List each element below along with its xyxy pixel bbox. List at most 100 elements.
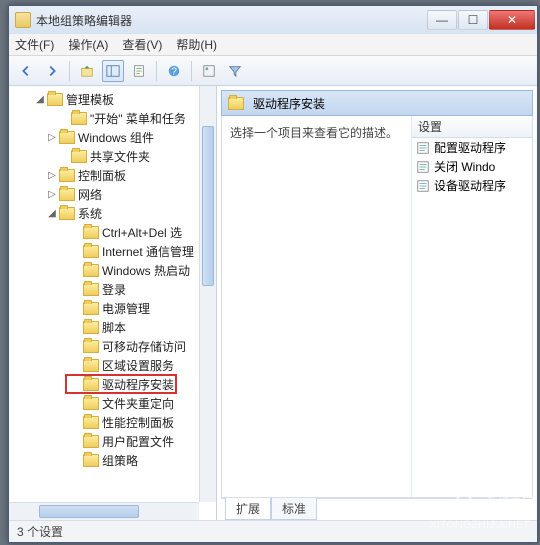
toolbar-separator	[156, 61, 157, 81]
window-title: 本地组策略编辑器	[36, 12, 427, 29]
setting-icon	[416, 141, 430, 155]
setting-icon	[416, 160, 430, 174]
tree-item[interactable]: 组策略	[9, 451, 216, 470]
folder-icon	[83, 245, 99, 258]
expand-icon[interactable]: ▷	[45, 189, 59, 200]
tab-extended[interactable]: 扩展	[225, 498, 271, 520]
setting-item[interactable]: 关闭 Windo	[412, 157, 532, 176]
setting-item[interactable]: 配置驱动程序	[412, 138, 532, 157]
tree-item[interactable]: 用户配置文件	[9, 432, 216, 451]
tree-item[interactable]: ▷ 网络	[9, 185, 216, 204]
tree-item-label: Ctrl+Alt+Del 选	[102, 224, 182, 241]
folder-icon	[83, 283, 99, 296]
tree-item-label: 驱动程序安装	[102, 376, 174, 393]
tree-item[interactable]: Windows 热启动	[9, 261, 216, 280]
tree-vscrollbar[interactable]	[199, 86, 216, 502]
detail-title: 驱动程序安装	[253, 95, 325, 112]
status-text: 3 个设置	[17, 523, 63, 540]
tree-item[interactable]: 登录	[9, 280, 216, 299]
folder-icon	[71, 112, 87, 125]
maximize-button[interactable]: ☐	[458, 10, 488, 30]
folder-icon	[228, 97, 244, 110]
tree-item[interactable]: 文件夹重定向	[9, 394, 216, 413]
tree-item[interactable]: 性能控制面板	[9, 413, 216, 432]
collapse-icon[interactable]: ◢	[33, 94, 47, 105]
help-button[interactable]: ?	[163, 60, 185, 82]
folder-icon	[83, 435, 99, 448]
filter-button[interactable]	[224, 60, 246, 82]
window-frame: 本地组策略编辑器 — ☐ ✕ 文件(F) 操作(A) 查看(V) 帮助(H) ?…	[8, 5, 538, 543]
tree-item[interactable]: "开始" 菜单和任务	[9, 109, 216, 128]
toolbar-separator	[69, 61, 70, 81]
tree-hscrollbar[interactable]	[9, 502, 199, 520]
titlebar[interactable]: 本地组策略编辑器 — ☐ ✕	[9, 6, 537, 34]
export-button[interactable]	[128, 60, 150, 82]
collapse-icon[interactable]: ◢	[45, 208, 59, 219]
tab-standard[interactable]: 标准	[271, 498, 317, 520]
tree-item[interactable]: 共享文件夹	[9, 147, 216, 166]
scrollbar-thumb[interactable]	[39, 505, 139, 518]
column-header-setting[interactable]: 设置	[412, 116, 532, 138]
tree-item[interactable]: 电源管理	[9, 299, 216, 318]
tree-pane: ◢管理模板"开始" 菜单和任务▷Windows 组件共享文件夹▷控制面板▷网络◢…	[9, 86, 217, 520]
tree-item-label: Windows 组件	[78, 129, 154, 146]
scrollbar-thumb[interactable]	[202, 126, 214, 286]
content-area: ◢管理模板"开始" 菜单和任务▷Windows 组件共享文件夹▷控制面板▷网络◢…	[9, 86, 537, 520]
close-button[interactable]: ✕	[489, 10, 535, 30]
tree-item-label: 组策略	[102, 452, 138, 469]
setting-label: 设备驱动程序	[434, 177, 506, 194]
toolbar-separator	[191, 61, 192, 81]
tree-item-label: 管理模板	[66, 91, 114, 108]
tree-item-label: 区域设置服务	[102, 357, 174, 374]
folder-icon	[83, 416, 99, 429]
tree-item-label: 共享文件夹	[90, 148, 150, 165]
statusbar: 3 个设置	[9, 520, 537, 542]
detail-header: 驱动程序安装	[221, 90, 533, 116]
up-button[interactable]	[76, 60, 98, 82]
properties-button[interactable]	[198, 60, 220, 82]
tree-item-label: Internet 通信管理	[102, 243, 194, 260]
app-icon	[15, 12, 31, 28]
tree-item-label: 登录	[102, 281, 126, 298]
detail-body: 选择一个项目来查看它的描述。 设置 配置驱动程序关闭 Windo设备驱动程序	[221, 116, 533, 498]
tree-item-label: 性能控制面板	[102, 414, 174, 431]
folder-icon	[83, 397, 99, 410]
tree-item[interactable]: ◢ 系统	[9, 204, 216, 223]
tree-item[interactable]: ▷控制面板	[9, 166, 216, 185]
forward-button[interactable]	[41, 60, 63, 82]
back-button[interactable]	[15, 60, 37, 82]
tree-item-label: Windows 热启动	[102, 262, 190, 279]
expand-icon[interactable]: ▷	[45, 132, 59, 143]
folder-icon	[59, 188, 75, 201]
folder-icon	[59, 169, 75, 182]
tree-item-label: 文件夹重定向	[102, 395, 174, 412]
menu-action[interactable]: 操作(A)	[68, 36, 108, 53]
svg-text:?: ?	[171, 65, 177, 77]
folder-icon	[59, 207, 75, 220]
menu-help[interactable]: 帮助(H)	[176, 36, 217, 53]
tree-item-label: 网络	[78, 186, 102, 203]
menu-view[interactable]: 查看(V)	[122, 36, 162, 53]
tree-item[interactable]: 可移动存储访问	[9, 337, 216, 356]
folder-icon	[47, 93, 63, 106]
tree-item[interactable]: 驱动程序安装	[9, 375, 216, 394]
toolbar: ?	[9, 56, 537, 86]
tree-item[interactable]: Ctrl+Alt+Del 选	[9, 223, 216, 242]
show-tree-button[interactable]	[102, 60, 124, 82]
tree-item[interactable]: 脚本	[9, 318, 216, 337]
folder-icon	[83, 321, 99, 334]
detail-pane: 驱动程序安装 选择一个项目来查看它的描述。 设置 配置驱动程序关闭 Windo设…	[217, 86, 537, 520]
folder-icon	[83, 264, 99, 277]
expand-icon[interactable]: ▷	[45, 170, 59, 181]
tree-item[interactable]: Internet 通信管理	[9, 242, 216, 261]
menu-file[interactable]: 文件(F)	[15, 36, 54, 53]
folder-icon	[83, 359, 99, 372]
tree-item[interactable]: ▷ Windows 组件	[9, 128, 216, 147]
tree-item-label: 系统	[78, 205, 102, 222]
tree-item[interactable]: ◢ 管理模板	[9, 90, 216, 109]
folder-icon	[71, 150, 87, 163]
tree-item[interactable]: 区域设置服务	[9, 356, 216, 375]
minimize-button[interactable]: —	[427, 10, 457, 30]
tree[interactable]: ◢管理模板"开始" 菜单和任务▷Windows 组件共享文件夹▷控制面板▷网络◢…	[9, 86, 216, 474]
setting-item[interactable]: 设备驱动程序	[412, 176, 532, 195]
